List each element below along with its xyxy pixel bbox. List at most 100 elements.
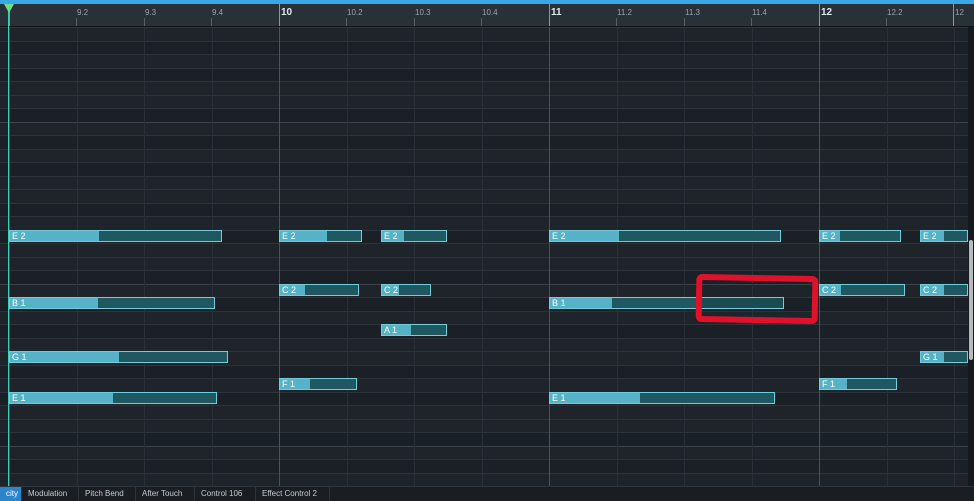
note-label: E 1 [12,393,26,403]
midi-note[interactable]: E 2 [279,230,362,242]
pitch-row-line [0,27,968,28]
black-key-row [0,109,968,122]
midi-note[interactable]: C 2 [279,284,359,296]
ruler-tick [211,18,212,26]
black-key-row [0,163,968,176]
black-key-row [0,136,968,149]
ruler-label: 11.4 [752,8,767,17]
tab-velocity[interactable]: city [0,487,22,501]
note-label: E 2 [552,231,566,241]
midi-note[interactable]: E 2 [549,230,781,242]
pitch-row-line [0,473,968,474]
ruler-tick [751,18,752,26]
black-key-row [0,433,968,446]
midi-note[interactable]: G 1 [9,351,228,363]
midi-note[interactable]: E 2 [920,230,968,242]
playhead-marker-icon[interactable] [4,4,14,13]
controller-lane-tabs: city Modulation Pitch Bend After Touch C… [0,486,974,501]
midi-note[interactable]: B 1 [9,297,215,309]
piano-roll-grid[interactable] [0,27,968,486]
ruler-tick [616,18,617,26]
beat-grid-line [617,27,618,486]
ruler-label: 12.2 [887,8,903,17]
midi-note[interactable]: F 1 [819,378,897,390]
playhead-line[interactable] [8,4,9,486]
ruler-tick [144,18,145,26]
ruler-tick [953,4,954,26]
ruler-label: 12 [955,8,964,17]
note-label: C 2 [384,285,399,295]
pitch-row-line [0,189,968,190]
midi-note[interactable]: G 1 [920,351,968,363]
midi-note[interactable]: E 1 [549,392,775,404]
midi-note[interactable]: C 2 [920,284,968,296]
beat-grid-line [887,27,888,486]
pitch-row-line [0,257,968,258]
ruler-label: 10.2 [347,8,363,17]
beat-grid-line [752,27,753,486]
note-label: E 2 [923,231,937,241]
ruler-label: 10.3 [415,8,431,17]
timeline-ruler[interactable]: 9.2 9.3 9.4 10 10.2 10.3 10.4 11 11.2 11… [0,4,974,27]
tab-pitch-bend[interactable]: Pitch Bend [79,487,136,501]
note-label: B 1 [12,298,26,308]
pitch-row-line [0,216,968,217]
ruler-label: 10.4 [482,8,498,17]
midi-note[interactable]: E 2 [9,230,222,242]
ruler-label: 9.3 [145,8,157,17]
ruler-label: 11.2 [617,8,632,17]
vertical-scrollbar[interactable] [968,27,974,486]
beat-grid-line [279,27,280,486]
midi-note[interactable]: E 1 [9,392,217,404]
ruler-label: 12 [821,7,833,18]
pitch-row-line [0,54,968,55]
vertical-scrollbar-thumb[interactable] [969,240,973,360]
beat-grid-line [414,27,415,486]
midi-note[interactable]: A 1 [381,324,447,336]
tab-modulation[interactable]: Modulation [22,487,79,501]
ruler-label: 9.2 [77,8,89,17]
midi-note[interactable]: C 2 [381,284,431,296]
pitch-row-line [0,338,968,339]
beat-grid-line [549,27,550,486]
midi-note[interactable]: C 2 [819,284,905,296]
beat-grid-line [684,27,685,486]
midi-note[interactable]: E 2 [819,230,901,242]
pitch-row-line [0,405,968,406]
note-label: G 1 [923,352,938,362]
beat-grid-line [212,27,213,486]
note-label: E 2 [822,231,836,241]
note-label: F 1 [282,379,296,389]
note-label: B 1 [552,298,566,308]
tab-effect-control-2[interactable]: Effect Control 2 [256,487,330,501]
pitch-row-line [0,81,968,82]
note-label: C 2 [282,285,297,295]
beat-grid-line [347,27,348,486]
pitch-row-line [0,419,968,420]
ruler-label: 11.3 [685,8,700,17]
pitch-row-line [0,243,968,244]
pitch-row-line [0,122,968,123]
ruler-tick [346,18,347,26]
beat-grid-line [77,27,78,486]
ruler-label: 10 [281,7,293,18]
pitch-row-line [0,311,968,312]
tab-after-touch[interactable]: After Touch [136,487,195,501]
note-label: A 1 [384,325,398,335]
pitch-row-line [0,176,968,177]
ruler-label: 9.4 [212,8,224,17]
beat-grid-line [144,27,145,486]
beat-grid-line [819,27,820,486]
black-key-row [0,271,968,284]
ruler-tick [819,4,820,26]
pitch-row-line [0,95,968,96]
beat-grid-line [9,27,10,486]
midi-note[interactable]: E 2 [381,230,447,242]
note-label: G 1 [12,352,27,362]
ruler-tick [279,4,280,26]
midi-note[interactable]: F 1 [279,378,357,390]
note-label: E 1 [552,393,566,403]
note-label: E 2 [384,231,398,241]
pitch-row-line [0,446,968,447]
tab-control-106[interactable]: Control 106 [195,487,256,501]
